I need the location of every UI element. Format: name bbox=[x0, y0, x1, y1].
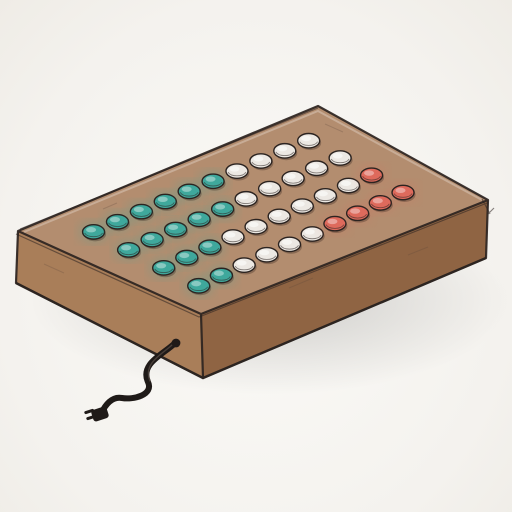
cable-grommet bbox=[171, 338, 181, 348]
controller-drawing bbox=[14, 104, 510, 422]
teal-button[interactable] bbox=[103, 211, 132, 232]
teal-button[interactable] bbox=[161, 219, 190, 240]
teal-button[interactable] bbox=[195, 237, 224, 258]
plug-icon bbox=[84, 406, 109, 422]
teal-button[interactable] bbox=[199, 171, 228, 192]
teal-button[interactable] bbox=[114, 239, 143, 260]
teal-button[interactable] bbox=[151, 191, 180, 212]
teal-button[interactable] bbox=[149, 257, 178, 278]
teal-button[interactable] bbox=[175, 181, 204, 202]
teal-button[interactable] bbox=[185, 209, 214, 230]
teal-button[interactable] bbox=[172, 247, 201, 268]
teal-button[interactable] bbox=[79, 221, 108, 242]
teal-button[interactable] bbox=[138, 229, 167, 250]
red-button[interactable] bbox=[389, 182, 418, 203]
teal-button[interactable] bbox=[127, 201, 156, 222]
teal-button[interactable] bbox=[208, 199, 237, 220]
red-button[interactable] bbox=[357, 165, 386, 186]
illustration bbox=[0, 0, 512, 512]
teal-button[interactable] bbox=[207, 265, 236, 286]
